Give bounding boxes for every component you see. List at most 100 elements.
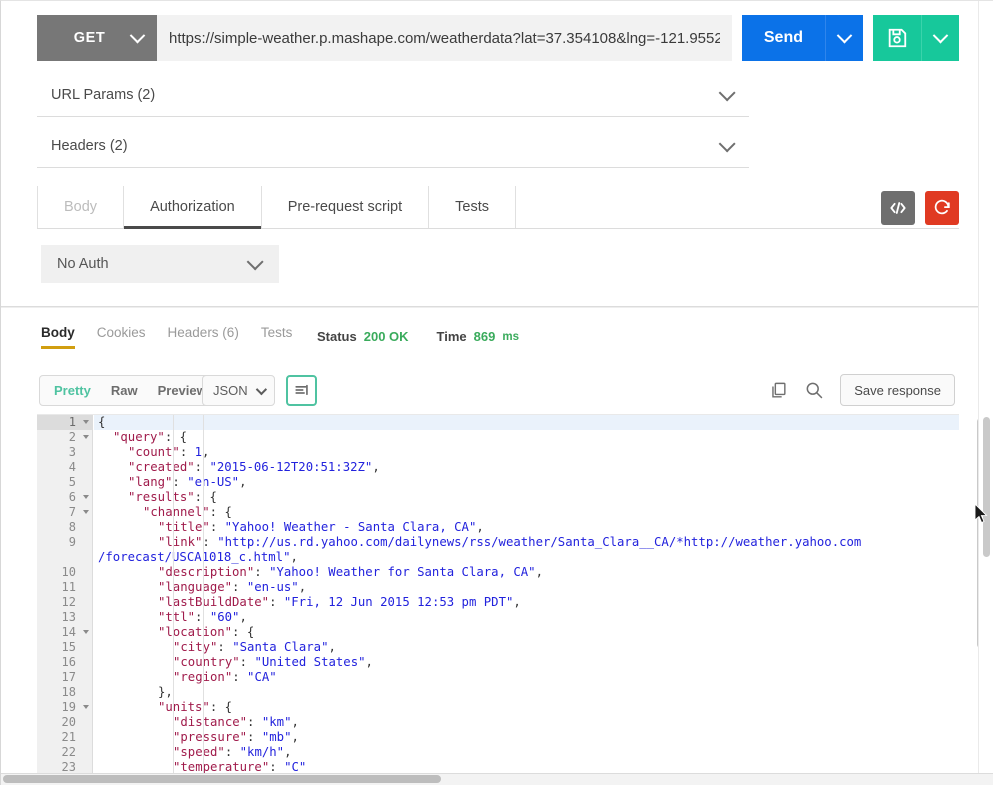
tab-tests[interactable]: Tests	[429, 186, 516, 228]
headers-accordion[interactable]: Headers (2)	[37, 125, 749, 168]
save-options-button[interactable]	[921, 15, 959, 61]
status-badge: 200 OK	[364, 329, 409, 344]
code-token: ,	[513, 595, 520, 609]
reset-button[interactable]	[925, 191, 959, 225]
code-line: "description": "Yahoo! Weather for Santa…	[94, 565, 959, 580]
code-token: :	[240, 655, 255, 669]
code-fold-icon[interactable]	[83, 705, 89, 709]
code-token: : {	[232, 625, 254, 639]
copy-response-button[interactable]	[769, 381, 788, 400]
chevron-down-icon	[130, 27, 146, 43]
page-scrollbar-track[interactable]	[978, 1, 993, 785]
view-mode-raw[interactable]: Raw	[101, 376, 148, 405]
code-line: },	[94, 685, 959, 700]
code-line: "results": {	[94, 490, 959, 505]
response-tab-headers[interactable]: Headers (6)	[168, 325, 253, 349]
code-token: "http://us.rd.yahoo.com/dailynews/rss/we…	[217, 535, 861, 549]
code-token: "mb"	[262, 730, 292, 744]
code-token: :	[269, 760, 284, 774]
code-token: ,	[476, 520, 483, 534]
code-line: "language": "en-us",	[94, 580, 959, 595]
response-format-value: JSON	[213, 383, 248, 398]
view-mode-pretty[interactable]: Pretty	[44, 376, 101, 405]
response-actions: Save response	[769, 374, 955, 406]
gutter-line-number	[37, 550, 92, 565]
request-url-input[interactable]	[157, 15, 732, 61]
section-divider-shadow	[1, 307, 993, 308]
time-value: 869	[474, 329, 496, 344]
tab-body[interactable]: Body	[37, 186, 124, 228]
send-button[interactable]: Send	[742, 15, 825, 61]
auth-type-select[interactable]: No Auth	[41, 245, 279, 283]
code-token: "2015-06-12T20:51:32Z"	[209, 460, 372, 474]
url-params-accordion[interactable]: URL Params (2)	[37, 74, 749, 117]
request-tab-bar: Body Authorization Pre-request script Te…	[37, 186, 959, 229]
code-token: "speed"	[173, 745, 225, 759]
code-token: :	[217, 640, 232, 654]
code-line: /forecast/USCA1018_c.html",	[94, 550, 959, 565]
response-tab-body[interactable]: Body	[41, 325, 89, 349]
tab-pre-request-script[interactable]: Pre-request script	[262, 186, 429, 228]
save-request-button[interactable]	[873, 15, 921, 61]
horizontal-scrollbar-thumb[interactable]	[3, 775, 441, 783]
code-line: "distance": "km",	[94, 715, 959, 730]
gutter-line-number: 14	[37, 625, 92, 640]
response-tab-cookies[interactable]: Cookies	[97, 325, 160, 349]
gutter-line-number: 2	[37, 430, 92, 445]
code-token: "pressure"	[173, 730, 247, 744]
code-token: ,	[299, 580, 306, 594]
code-token: "channel"	[143, 505, 210, 519]
request-tab-actions	[881, 186, 959, 229]
page-scrollbar-thumb[interactable]	[983, 417, 990, 557]
code-line: "lastBuildDate": "Fri, 12 Jun 2015 12:53…	[94, 595, 959, 610]
code-token: ,	[366, 655, 373, 669]
send-options-button[interactable]	[825, 15, 863, 61]
gutter-line-number: 17	[37, 670, 92, 685]
save-response-button[interactable]: Save response	[840, 374, 955, 406]
http-method-select[interactable]: GET	[37, 15, 157, 61]
code-icon-button[interactable]	[881, 191, 915, 225]
code-line: "pressure": "mb",	[94, 730, 959, 745]
code-fold-icon[interactable]	[83, 495, 89, 499]
save-button-group	[873, 15, 959, 61]
word-wrap-button[interactable]	[286, 375, 317, 406]
code-token: : {	[210, 700, 232, 714]
response-tab-tests[interactable]: Tests	[261, 325, 307, 349]
code-token: "language"	[158, 580, 232, 594]
code-token: :	[269, 595, 284, 609]
response-body-viewer[interactable]: 1234567891011121314151617181920212223 {"…	[37, 414, 959, 777]
code-token: "country"	[173, 655, 240, 669]
code-line: "title": "Yahoo! Weather - Santa Clara, …	[94, 520, 959, 535]
code-fold-icon[interactable]	[83, 630, 89, 634]
gutter-line-number: 8	[37, 520, 92, 535]
gutter-line-number: 18	[37, 685, 92, 700]
code-line: "count": 1,	[94, 445, 959, 460]
code-token: ,	[372, 460, 379, 474]
horizontal-scrollbar-track[interactable]	[1, 773, 993, 785]
code-content[interactable]: {"query": {"count": 1,"created": "2015-0…	[94, 415, 959, 777]
gutter-line-number: 20	[37, 715, 92, 730]
code-fold-icon[interactable]	[83, 510, 89, 514]
chevron-down-icon	[933, 27, 949, 43]
code-line: "country": "United States",	[94, 655, 959, 670]
code-token: "distance"	[173, 715, 247, 729]
code-fold-icon[interactable]	[83, 435, 89, 439]
search-icon	[804, 380, 824, 400]
gutter-line-number: 5	[37, 475, 92, 490]
response-tab-bar: Body Cookies Headers (6) Tests	[41, 325, 314, 349]
tab-authorization[interactable]: Authorization	[124, 186, 262, 228]
code-line: "units": {	[94, 700, 959, 715]
code-token: ,	[291, 550, 298, 564]
headers-label: Headers (2)	[51, 138, 128, 154]
status-label: Status	[317, 329, 357, 344]
code-token: :	[247, 715, 262, 729]
chevron-down-icon	[719, 84, 736, 101]
gutter-line-number: 1	[37, 415, 92, 430]
gutter-line-number: 16	[37, 655, 92, 670]
code-line: {	[94, 415, 959, 430]
code-fold-icon[interactable]	[83, 420, 89, 424]
code-gutter: 1234567891011121314151617181920212223	[37, 415, 93, 777]
copy-icon	[769, 381, 788, 400]
search-response-button[interactable]	[804, 380, 824, 400]
response-format-select[interactable]: JSON	[202, 375, 275, 406]
